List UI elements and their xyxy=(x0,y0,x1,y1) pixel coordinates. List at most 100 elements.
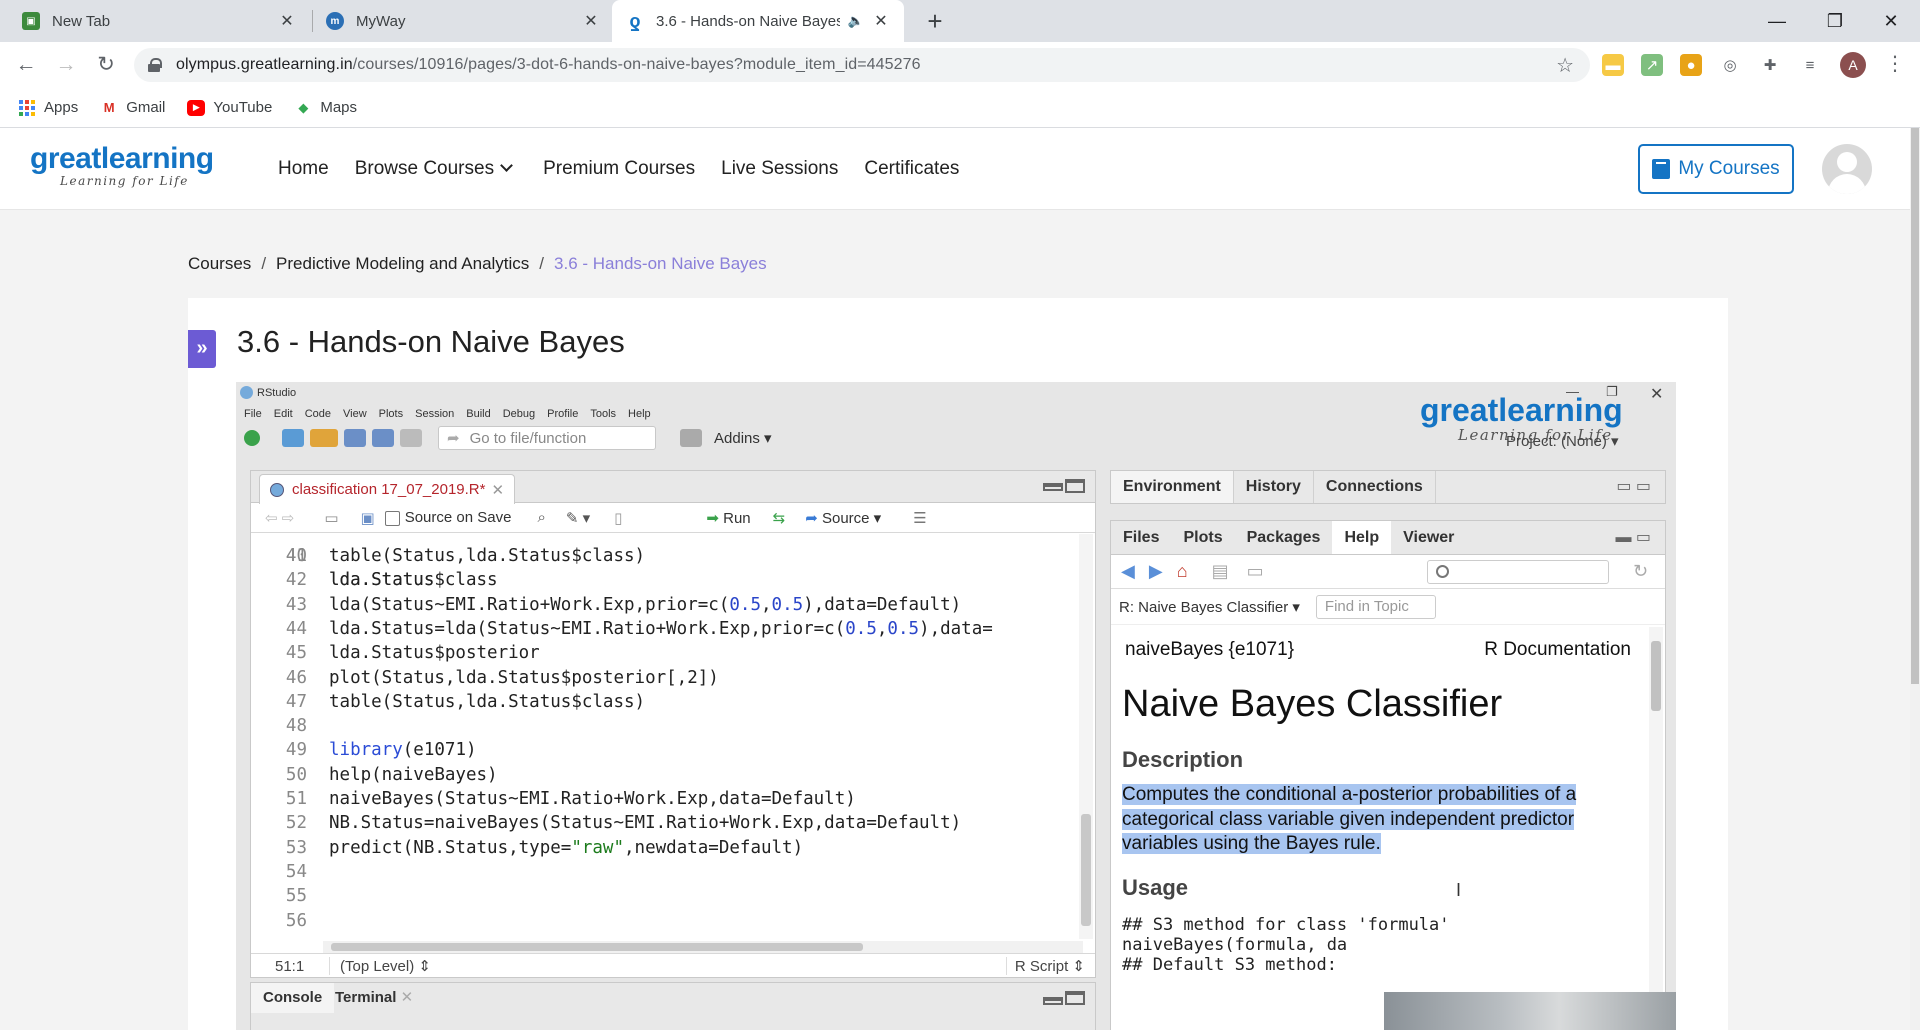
notes-extension-icon[interactable]: ▬ xyxy=(1602,54,1624,76)
rs-menu-code: Code xyxy=(304,408,331,420)
chart-extension-icon[interactable]: ↗ xyxy=(1641,54,1663,76)
bookmark-youtube[interactable]: ▶ YouTube xyxy=(187,99,272,116)
greatlearning-logo[interactable]: greatlearning Learning for Life xyxy=(30,144,214,189)
line-number: 46 xyxy=(285,667,307,688)
bookmark-gmail[interactable]: M Gmail xyxy=(100,99,166,116)
code-text: plot(Status,lda.Status$posterior[,2]) xyxy=(329,667,719,688)
bookmark-star-icon[interactable]: ☆ xyxy=(1556,53,1574,78)
forward-arrow-icon[interactable]: → xyxy=(52,51,80,79)
url-text: olympus.greatlearning.in/courses/10916/p… xyxy=(176,56,921,73)
line-number: 54 xyxy=(285,861,307,882)
bookmark-maps[interactable]: ◆ Maps xyxy=(294,99,357,116)
rstudio-close-icon: ✕ xyxy=(1650,386,1664,403)
profile-avatar[interactable]: A xyxy=(1840,52,1866,78)
rs-menu-profile: Profile xyxy=(547,408,579,420)
line-number: 44 xyxy=(285,618,307,639)
bookmark-label: Maps xyxy=(320,99,358,116)
help-usage-line: ## S3 method for class 'formula' xyxy=(1122,915,1450,935)
nav-label: Browse Courses xyxy=(354,158,495,179)
help-usage-line: naiveBayes(formula, da xyxy=(1122,935,1348,955)
rs-menu-debug: Debug xyxy=(502,408,536,420)
goto-arrow-icon: ➦ xyxy=(447,430,460,447)
drive-extension-icon[interactable]: ● xyxy=(1680,54,1702,76)
editor-file-tab: classification 17_07_2019.R* ✕ xyxy=(259,474,516,504)
puzzle-extensions-icon[interactable]: ✚ xyxy=(1759,54,1781,76)
new-project-icon xyxy=(282,429,304,447)
browser-tab-myway[interactable]: m MyWay ✕ xyxy=(312,0,614,42)
tab-packages: Packages xyxy=(1246,529,1321,546)
breadcrumb-separator: / xyxy=(539,254,545,273)
browser-tab-new-tab[interactable]: ▣ New Tab ✕ xyxy=(8,0,310,42)
rstudio-logo-icon xyxy=(240,386,253,399)
line-number: 50 xyxy=(285,764,307,785)
project-menu: Project: (None) ▾ xyxy=(1506,433,1619,450)
speaker-icon[interactable]: 🔈 xyxy=(848,13,864,29)
line-number: 41 xyxy=(285,546,307,566)
code-text: lda.Status xyxy=(329,570,435,591)
rstudio-video-frame[interactable]: RStudio — ❐ ✕ greatlearning Learning for… xyxy=(236,382,1676,1030)
reload-icon[interactable]: ↻ xyxy=(92,51,120,79)
scope-selector: (Top Level) ⇕ xyxy=(329,957,431,975)
r-file-icon xyxy=(270,482,284,497)
browser-tab-active[interactable]: ƍ 3.6 - Hands-on Naive Bayes 🔈 ✕ xyxy=(612,0,904,42)
help-back-icon: ◀ xyxy=(1121,561,1135,581)
nav-live-sessions[interactable]: Live Sessions xyxy=(721,158,838,180)
code-text: library(e1071) xyxy=(329,740,477,761)
close-tab-icon[interactable]: ✕ xyxy=(872,11,890,31)
code-text: table(Status,lda.Status$class) xyxy=(329,691,646,712)
source-button: ➦ Source ▾ xyxy=(805,509,882,527)
bookmarks-bar: Apps M Gmail ▶ YouTube ◆ Maps xyxy=(0,88,1920,128)
help-heading: Naive Bayes Classifier xyxy=(1122,683,1503,725)
file-type-selector: R Script ⇕ xyxy=(1005,957,1085,975)
breadcrumb-courses[interactable]: Courses xyxy=(188,254,251,274)
nav-browse-courses[interactable]: Browse Courses xyxy=(354,158,513,180)
close-tab-icon[interactable]: ✕ xyxy=(278,11,296,31)
code-text: help(naiveBayes) xyxy=(329,764,498,785)
page-scrollbar-thumb[interactable] xyxy=(1911,128,1919,684)
address-bar[interactable]: olympus.greatlearning.in/courses/10916/p… xyxy=(134,48,1590,82)
back-arrow-icon[interactable]: ← xyxy=(12,51,40,79)
bookmark-apps[interactable]: Apps xyxy=(18,99,78,116)
expand-sidebar-button[interactable]: » xyxy=(188,330,216,368)
nav-home[interactable]: Home xyxy=(278,158,329,180)
my-courses-button[interactable]: My Courses xyxy=(1638,144,1794,194)
breadcrumb-separator: / xyxy=(261,254,267,273)
tab-label: MyWay xyxy=(356,12,406,30)
code-text: lda.Status=lda(Status~EMI.Ratio+Work.Exp… xyxy=(329,618,993,639)
breadcrumb-module[interactable]: Predictive Modeling and Analytics xyxy=(276,254,529,274)
line-number: 42 xyxy=(285,570,307,591)
instructor-camera-overlay xyxy=(1384,992,1676,1030)
editor-vertical-scrollbar xyxy=(1079,534,1093,939)
refresh-icon: ↻ xyxy=(1633,561,1649,581)
bookmark-label: YouTube xyxy=(213,99,273,116)
nav-certificates[interactable]: Certificates xyxy=(864,158,959,180)
minimize-window-icon[interactable]: — xyxy=(1748,0,1806,42)
files-help-pane: Files Plots Packages Help Viewer ▬ ▭ ◀ ▶… xyxy=(1110,520,1666,1030)
tab-label: New Tab xyxy=(52,12,111,30)
restore-window-icon[interactable]: ❐ xyxy=(1806,0,1864,42)
gamepad-extension-icon[interactable]: ◎ xyxy=(1719,54,1741,76)
maximize-pane-icon xyxy=(1065,991,1085,1005)
open-file-icon xyxy=(310,429,338,447)
nav-premium-courses[interactable]: Premium Courses xyxy=(543,158,695,180)
lock-icon[interactable] xyxy=(148,58,162,72)
environment-pane: Environment History Connections ▭ ▭ xyxy=(1110,470,1666,504)
tab-help: Help xyxy=(1332,521,1392,554)
source-on-save-toggle: Source on Save xyxy=(384,509,511,526)
run-label: Run xyxy=(723,509,751,527)
main-nav: Home Browse Courses Premium Courses Live… xyxy=(278,158,985,180)
book-icon xyxy=(1652,159,1671,179)
checkbox-icon xyxy=(384,510,400,526)
chevron-down-icon xyxy=(500,159,513,172)
close-window-icon[interactable]: ✕ xyxy=(1862,0,1920,42)
pane-restore-icon: ▭ ▭ xyxy=(1616,478,1651,495)
media-queue-icon[interactable]: ≡ xyxy=(1799,54,1821,76)
help-usage-title: Usage xyxy=(1122,875,1189,900)
user-avatar[interactable] xyxy=(1822,144,1872,194)
rerun-icon: ⇆ xyxy=(772,509,786,527)
chrome-menu-icon[interactable]: ⋮ xyxy=(1885,51,1905,76)
page-scrollbar[interactable] xyxy=(1910,128,1920,1030)
rs-menu-help: Help xyxy=(628,408,651,420)
close-tab-icon[interactable]: ✕ xyxy=(582,11,600,31)
new-tab-button[interactable]: + xyxy=(920,6,950,36)
